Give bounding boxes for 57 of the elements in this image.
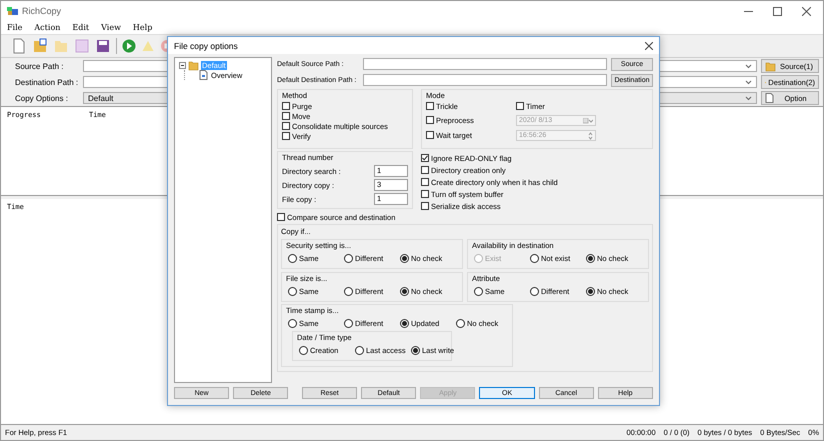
checkbox[interactable] <box>421 154 429 162</box>
checkbox[interactable] <box>421 166 429 174</box>
checkbox[interactable] <box>282 122 290 130</box>
menu-item[interactable]: Edit <box>72 23 90 32</box>
document-icon <box>199 70 208 80</box>
radio-button[interactable] <box>299 346 308 354</box>
radio-button[interactable] <box>344 318 353 328</box>
radio-button[interactable] <box>586 286 595 296</box>
radio-button[interactable] <box>344 254 353 262</box>
play-icon[interactable] <box>122 39 136 53</box>
checkbox[interactable] <box>426 116 434 124</box>
checkbox[interactable] <box>282 102 290 110</box>
radio-button[interactable] <box>530 254 539 262</box>
toolbar-icon[interactable] <box>32 38 48 54</box>
menu-item[interactable]: File <box>7 23 22 32</box>
checkbox[interactable] <box>426 102 434 110</box>
maximize-icon[interactable] <box>773 6 782 16</box>
radio-button[interactable] <box>586 254 595 262</box>
checkbox[interactable] <box>421 190 429 198</box>
checkbox[interactable] <box>421 178 429 186</box>
radio-button[interactable] <box>411 346 420 354</box>
toolbar-icon[interactable] <box>95 38 111 54</box>
radio-button[interactable] <box>288 286 297 296</box>
app-icon <box>7 6 18 16</box>
collapse-icon[interactable] <box>179 62 186 68</box>
path-label: Source Path : <box>15 62 64 70</box>
menu-item[interactable]: View <box>101 23 121 32</box>
radio-button[interactable] <box>400 318 409 328</box>
toolbar-icon[interactable] <box>11 38 27 54</box>
close-icon[interactable] <box>802 6 811 16</box>
checkbox[interactable] <box>282 132 290 140</box>
radio-button[interactable] <box>400 286 409 296</box>
radio-button[interactable] <box>355 346 364 354</box>
radio-button[interactable] <box>344 286 353 296</box>
path-field[interactable] <box>363 74 607 86</box>
checkbox[interactable] <box>516 102 524 110</box>
path-field[interactable] <box>363 58 607 70</box>
calendar-dropdown-icon[interactable] <box>583 118 593 124</box>
close-icon[interactable] <box>645 42 653 50</box>
radio-button[interactable] <box>288 254 297 262</box>
checkbox[interactable] <box>282 112 290 120</box>
checkbox[interactable] <box>277 213 285 221</box>
radio-button[interactable] <box>400 254 409 262</box>
radio-button[interactable] <box>456 318 465 328</box>
path-label: Destination Path : <box>15 78 79 86</box>
checkbox[interactable] <box>421 202 429 210</box>
radio-button[interactable] <box>474 286 483 296</box>
window-title: RichCopy <box>22 6 62 16</box>
radio-button[interactable] <box>288 318 297 328</box>
document-icon <box>765 93 774 103</box>
radio-button[interactable] <box>530 286 539 296</box>
dialog-title: File copy options <box>174 40 238 50</box>
path-label: Copy Options : <box>15 94 69 102</box>
menu-item[interactable]: Help <box>132 23 152 32</box>
spin-arrows-icon[interactable] <box>588 132 593 140</box>
menu-item[interactable]: Action <box>34 23 60 32</box>
checkbox[interactable] <box>426 131 434 139</box>
